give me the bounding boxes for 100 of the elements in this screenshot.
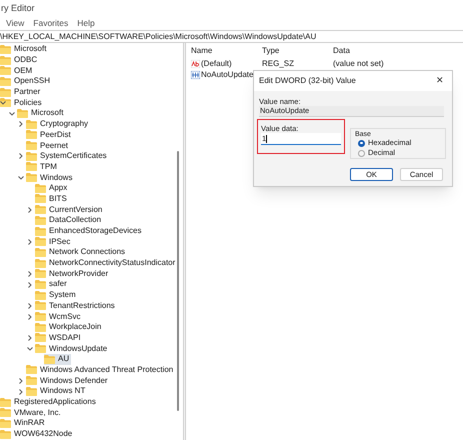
tree-item[interactable]: Partner <box>0 86 42 98</box>
tree-item[interactable]: NetworkConnectivityStatusIndicator <box>35 258 178 268</box>
folder-icon <box>0 56 11 65</box>
folder-icon <box>35 205 46 214</box>
folder-icon <box>35 237 46 246</box>
tree-item[interactable]: safer <box>35 279 69 290</box>
tree-item[interactable]: Windows NT <box>26 386 88 397</box>
tree-item[interactable]: OpenSSH <box>0 76 52 87</box>
chevron-right-icon[interactable] <box>18 153 24 160</box>
tree-item[interactable]: Network Connections <box>35 247 128 258</box>
chevron-right-icon[interactable] <box>18 121 24 128</box>
chevron-down-icon[interactable] <box>9 110 15 117</box>
tree-item[interactable]: BITS <box>35 194 69 204</box>
folder-icon <box>0 408 11 418</box>
chevron-down-icon[interactable] <box>0 100 6 106</box>
menu-item[interactable]: View <box>6 17 24 30</box>
folder-icon <box>0 430 11 439</box>
folder-icon <box>35 216 46 225</box>
folder-icon <box>35 226 46 236</box>
chevron-right-icon[interactable] <box>27 270 33 277</box>
tree-item[interactable]: DataCollection <box>35 215 104 226</box>
folder-icon <box>0 76 11 86</box>
column-header[interactable]: Data <box>333 45 413 57</box>
chevron-right-icon[interactable] <box>27 335 33 342</box>
tree-item[interactable]: Policies <box>0 97 44 108</box>
tree-item[interactable]: PeerDist <box>26 130 73 140</box>
folder-icon <box>35 258 46 268</box>
text-cursor <box>266 134 267 142</box>
tree-item[interactable]: WSDAPI <box>35 332 83 344</box>
tree-item[interactable]: ODBC <box>0 54 40 66</box>
tree-item[interactable]: VMware, Inc. <box>0 407 63 418</box>
tree-item[interactable]: RegisteredApplications <box>0 396 98 408</box>
folder-icon <box>26 162 37 172</box>
tree-item[interactable]: WcmSvc <box>35 311 83 322</box>
tree-item[interactable]: Windows Advanced Threat Protection <box>26 364 176 376</box>
tree-item[interactable]: WindowsUpdate <box>35 343 110 354</box>
tree-item[interactable]: IPSec <box>35 236 72 248</box>
folder-icon <box>26 152 37 161</box>
table-cell: (value not set) <box>333 58 384 70</box>
chevron-down-icon[interactable] <box>27 346 33 352</box>
folder-icon <box>17 108 28 118</box>
window-title: ry Editor <box>1 2 35 15</box>
folder-icon <box>35 184 46 193</box>
folder-icon <box>0 66 11 76</box>
address-bar[interactable]: \HKEY_LOCAL_MACHINE\SOFTWARE\Policies\Microsoft\Windows\WindowsUpdate\AU <box>0 30 316 42</box>
tree-item[interactable]: Peernet <box>26 140 70 151</box>
folder-icon <box>0 44 11 54</box>
folder-icon <box>44 354 55 364</box>
folder-icon <box>26 141 37 150</box>
tree-item[interactable]: System <box>35 290 78 300</box>
table-cell: NoAutoUpdate <box>201 69 254 82</box>
menu-item[interactable]: Help <box>77 17 95 30</box>
scrollbar-thumb[interactable] <box>177 151 179 411</box>
folder-icon <box>35 301 46 310</box>
folder-icon <box>35 333 46 342</box>
folder-icon <box>35 344 46 354</box>
tree-item[interactable]: Microsoft <box>17 108 66 119</box>
folder-icon <box>26 365 37 374</box>
folder-icon <box>26 386 37 396</box>
chevron-right-icon[interactable] <box>27 206 33 213</box>
tree-item[interactable]: WOW6432Node <box>0 428 74 440</box>
chevron-right-icon[interactable] <box>27 282 33 288</box>
chevron-right-icon[interactable] <box>27 238 33 245</box>
tree-item[interactable]: Microsoft <box>0 44 48 55</box>
column-header[interactable]: Type <box>262 45 333 57</box>
chevron-right-icon[interactable] <box>27 314 33 320</box>
chevron-right-icon[interactable] <box>18 388 24 394</box>
dialog-title: Edit DWORD (32-bit) Value <box>259 75 356 87</box>
tree-item[interactable]: Appx <box>35 182 70 194</box>
folder-icon <box>0 98 11 108</box>
tree-item[interactable]: EnhancedStorageDevices <box>35 226 144 236</box>
chevron-down-icon[interactable] <box>18 174 24 181</box>
string-value-icon <box>191 60 200 68</box>
tree-item[interactable]: Windows <box>26 172 74 183</box>
tree-item[interactable]: OEM <box>0 65 34 76</box>
folder-icon <box>26 120 37 129</box>
folder-icon <box>35 248 46 257</box>
tree-item[interactable]: Cryptography <box>26 118 90 130</box>
radio-button[interactable] <box>358 140 365 146</box>
chevron-right-icon[interactable] <box>18 378 24 384</box>
menu-item[interactable]: Favorites <box>33 17 68 30</box>
tree-item[interactable]: WinRAR <box>0 418 47 429</box>
tree-item[interactable]: NetworkProvider <box>35 268 110 280</box>
column-header[interactable]: Name <box>191 45 262 57</box>
folder-icon <box>26 130 37 140</box>
folder-icon <box>35 280 46 289</box>
tree-item[interactable]: AU <box>44 354 72 365</box>
tree-item[interactable]: CurrentVersion <box>35 204 104 215</box>
tree-item[interactable]: TenantRestrictions <box>35 300 117 312</box>
tree-item[interactable]: SystemCertificates <box>26 150 109 162</box>
close-button[interactable]: ✕ <box>436 74 444 88</box>
folder-icon <box>35 269 46 278</box>
radio-button[interactable] <box>358 150 365 156</box>
tree-item[interactable]: Windows Defender <box>26 375 110 386</box>
tree-item[interactable]: WorkplaceJoin <box>35 322 104 333</box>
folder-icon <box>0 398 11 407</box>
folder-icon <box>26 376 37 386</box>
chevron-right-icon[interactable] <box>27 303 33 309</box>
tree-item[interactable]: TPM <box>26 162 59 172</box>
table-cell-text: REG_SZ <box>262 58 296 70</box>
